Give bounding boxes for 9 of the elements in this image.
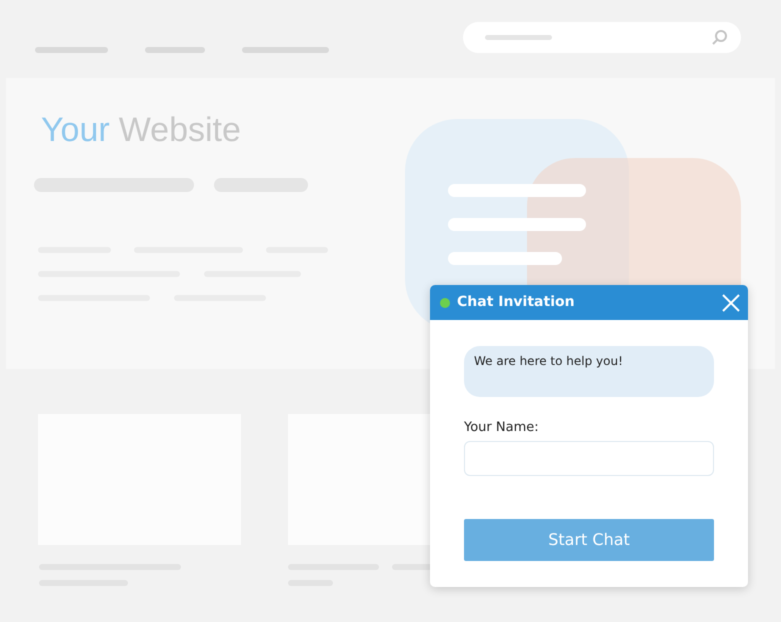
nav-placeholder	[145, 47, 205, 53]
search-field[interactable]	[463, 22, 741, 53]
logo-text: Your	[41, 110, 110, 151]
close-icon[interactable]	[722, 294, 740, 312]
name-label: Your Name:	[464, 420, 540, 436]
name-input[interactable]	[464, 441, 714, 476]
start-chat-button[interactable]: Start Chat	[464, 519, 714, 561]
chat-message: We are here to help you!	[464, 346, 714, 397]
chat-title: Chat Invitation	[457, 293, 575, 312]
